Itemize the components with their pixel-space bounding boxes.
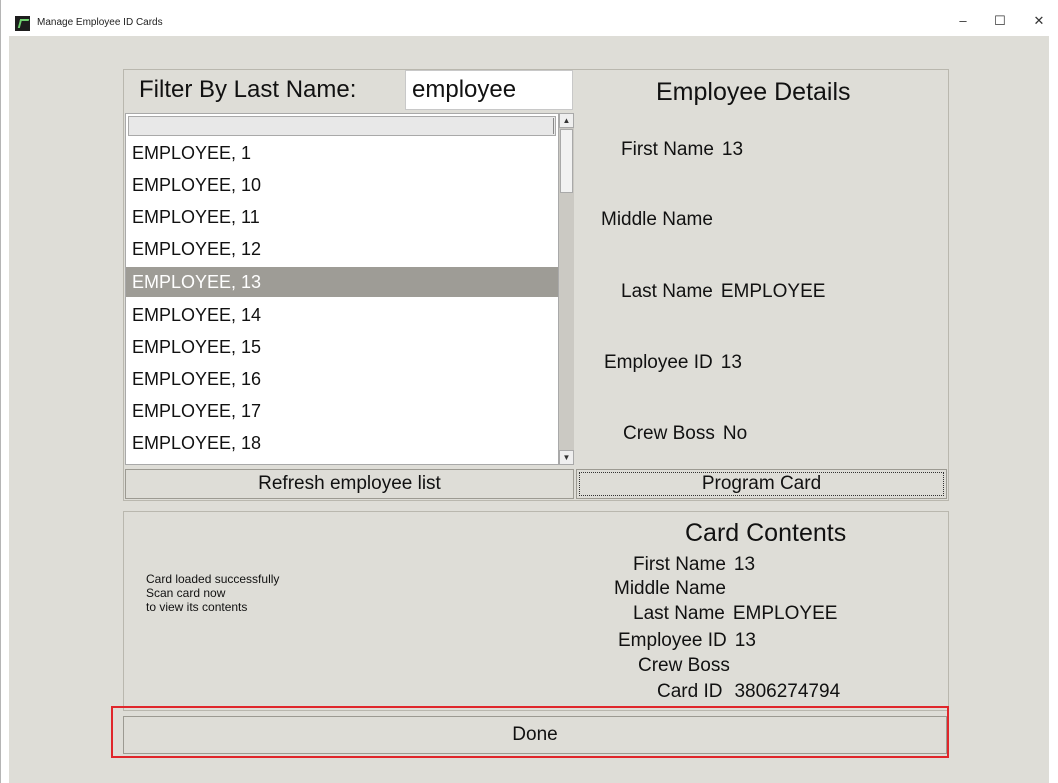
list-item[interactable]: EMPLOYEE, 15 bbox=[126, 332, 558, 362]
card-middle-name-label: Middle Name bbox=[614, 578, 726, 599]
card-first-name-label: First Name bbox=[633, 554, 726, 575]
list-item[interactable]: EMPLOYEE, 10 bbox=[126, 170, 558, 200]
card-id: Card ID 3806274794 bbox=[657, 681, 840, 703]
window-title: Manage Employee ID Cards bbox=[37, 17, 163, 28]
card-crew-boss-label: Crew Boss bbox=[638, 655, 730, 676]
app-window: Manage Employee ID Cards – ☐ ✕ Filter By… bbox=[0, 0, 1058, 783]
scroll-thumb[interactable] bbox=[560, 129, 573, 193]
detail-middle-name: Middle Name bbox=[601, 209, 721, 231]
card-last-name-label: Last Name bbox=[633, 603, 725, 624]
program-card-button[interactable]: Program Card bbox=[576, 469, 947, 499]
card-contents-title: Card Contents bbox=[685, 519, 847, 547]
scroll-up-icon[interactable]: ▲ bbox=[559, 113, 574, 128]
list-item[interactable]: EMPLOYEE, 1 bbox=[126, 138, 558, 168]
card-id-value: 3806274794 bbox=[734, 681, 841, 702]
employee-id-value: 13 bbox=[720, 352, 742, 373]
list-item[interactable]: EMPLOYEE, 16 bbox=[126, 364, 558, 394]
employee-details-title: Employee Details bbox=[656, 78, 851, 106]
card-employee-id: Employee ID 13 bbox=[618, 630, 756, 652]
detail-first-name: First Name 13 bbox=[621, 139, 743, 161]
detail-employee-id: Employee ID 13 bbox=[604, 352, 742, 374]
list-header bbox=[128, 116, 556, 136]
list-item[interactable]: EMPLOYEE, 17 bbox=[126, 396, 558, 426]
list-scrollbar[interactable]: ▲ ▼ bbox=[559, 113, 574, 465]
scroll-down-icon[interactable]: ▼ bbox=[559, 450, 574, 465]
employee-id-label: Employee ID bbox=[604, 352, 713, 373]
maximize-icon[interactable]: ☐ bbox=[984, 10, 1016, 32]
close-icon[interactable]: ✕ bbox=[1023, 10, 1055, 32]
status-line: Card loaded successfully bbox=[146, 572, 280, 586]
detail-crew-boss: Crew Boss No bbox=[623, 423, 747, 445]
filter-input[interactable] bbox=[405, 70, 573, 110]
card-last-name-value: EMPLOYEE bbox=[732, 603, 838, 624]
list-item[interactable]: EMPLOYEE, 18 bbox=[126, 428, 558, 458]
list-item[interactable]: EMPLOYEE, 12 bbox=[126, 234, 558, 264]
employee-list[interactable]: EMPLOYEE, 1 EMPLOYEE, 10 EMPLOYEE, 11 EM… bbox=[125, 113, 559, 465]
app-icon bbox=[15, 16, 30, 31]
middle-name-label: Middle Name bbox=[601, 209, 713, 230]
title-bar: Manage Employee ID Cards – ☐ ✕ bbox=[1, 0, 1058, 36]
crew-boss-label: Crew Boss bbox=[623, 423, 715, 444]
card-first-name: First Name 13 bbox=[633, 554, 755, 576]
filter-label: Filter By Last Name: bbox=[139, 76, 357, 103]
card-middle-name: Middle Name bbox=[614, 578, 734, 600]
list-item-selected[interactable]: EMPLOYEE, 13 bbox=[126, 267, 558, 297]
status-message: Card loaded successfully Scan card now t… bbox=[146, 572, 279, 614]
crew-boss-value: No bbox=[722, 423, 748, 444]
last-name-label: Last Name bbox=[621, 281, 713, 302]
minimize-icon[interactable]: – bbox=[947, 10, 979, 32]
list-item[interactable]: EMPLOYEE, 11 bbox=[126, 202, 558, 232]
list-item[interactable]: EMPLOYEE, 14 bbox=[126, 300, 558, 330]
status-line: to view its contents bbox=[146, 600, 248, 614]
status-line: Scan card now bbox=[146, 586, 226, 600]
card-id-label: Card ID bbox=[657, 681, 723, 702]
card-employee-id-value: 13 bbox=[734, 630, 756, 651]
detail-last-name: Last Name EMPLOYEE bbox=[621, 281, 825, 303]
card-last-name: Last Name EMPLOYEE bbox=[633, 603, 837, 625]
last-name-value: EMPLOYEE bbox=[720, 281, 826, 302]
first-name-value: 13 bbox=[721, 139, 744, 160]
card-crew-boss: Crew Boss bbox=[638, 655, 738, 677]
card-first-name-value: 13 bbox=[733, 554, 756, 575]
first-name-label: First Name bbox=[621, 139, 714, 160]
refresh-employee-list-button[interactable]: Refresh employee list bbox=[125, 469, 574, 499]
done-button-highlight bbox=[111, 706, 949, 758]
card-employee-id-label: Employee ID bbox=[618, 630, 727, 651]
